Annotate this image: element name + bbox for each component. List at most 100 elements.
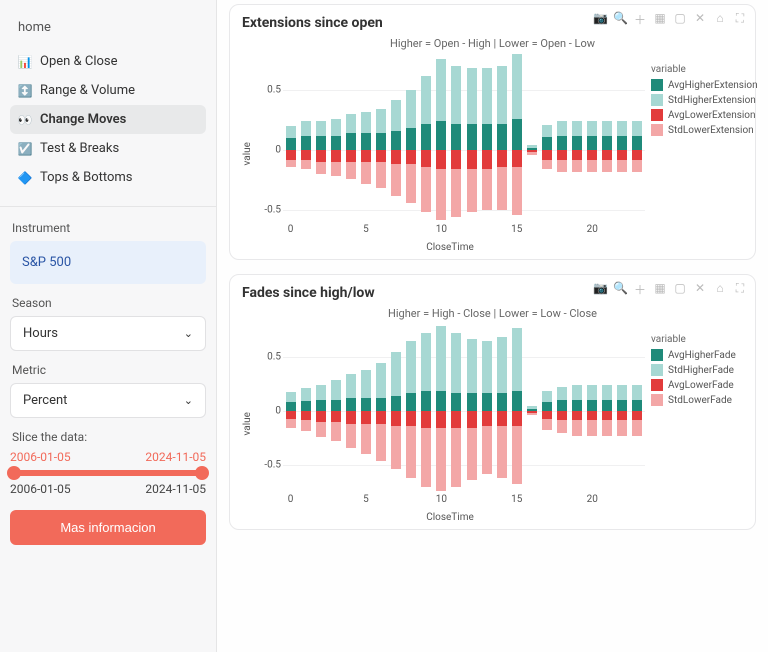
bar-seg xyxy=(436,391,446,411)
bar-seg xyxy=(467,68,477,123)
bar-col xyxy=(602,324,612,492)
bar-seg xyxy=(406,164,416,202)
chart-1-plot[interactable]: -0.500.505101520 xyxy=(255,324,645,510)
nav-home[interactable]: home xyxy=(10,12,206,47)
bar-col xyxy=(451,324,461,492)
autoscale-icon[interactable]: ✕ xyxy=(693,11,707,28)
bar-seg xyxy=(286,150,296,160)
bar-seg xyxy=(331,411,341,422)
bar-seg xyxy=(421,167,431,213)
legend-title: variable xyxy=(651,64,758,75)
bar-seg xyxy=(376,424,386,461)
bar-seg xyxy=(512,167,522,215)
bar-seg xyxy=(286,419,296,428)
plot-toolbar: 📷 🔍 ＋ ▦ ▢ ✕ ⌂ ⛶ xyxy=(593,281,747,298)
reset-icon[interactable]: ⌂ xyxy=(713,11,727,28)
bar-seg xyxy=(587,160,597,172)
metric-select[interactable]: Percent ⌄ xyxy=(10,383,206,418)
legend-swatch xyxy=(651,364,663,376)
zoom-out-icon[interactable]: ▢ xyxy=(673,11,687,28)
bar-seg xyxy=(361,112,371,134)
legend-item[interactable]: StdHigherFade xyxy=(651,364,743,376)
bar-seg xyxy=(451,169,461,217)
bar-seg xyxy=(421,411,431,428)
fullscreen-icon[interactable]: ⛶ xyxy=(733,11,747,28)
date-slider[interactable] xyxy=(10,470,206,476)
nav-tops-bottoms[interactable]: 🔷 Tops & Bottoms xyxy=(10,163,206,192)
fullscreen-icon[interactable]: ⛶ xyxy=(733,281,747,298)
bar-seg xyxy=(301,160,311,170)
legend-item[interactable]: StdLowerFade xyxy=(651,394,743,406)
bar-seg xyxy=(512,328,522,391)
bar-seg xyxy=(316,162,326,174)
zoom-in-icon[interactable]: ▦ xyxy=(653,11,667,28)
bar-seg xyxy=(497,426,507,478)
bar-col xyxy=(316,54,326,222)
bar-seg xyxy=(632,160,642,172)
bar-seg xyxy=(602,420,612,435)
bar-seg xyxy=(482,426,492,474)
instrument-value[interactable]: S&P 500 xyxy=(10,241,206,284)
bar-seg xyxy=(406,411,416,426)
legend-swatch xyxy=(651,394,663,406)
x-axis-label: CloseTime xyxy=(255,242,645,253)
legend-item[interactable]: StdLowerExtension xyxy=(651,124,758,136)
bar-seg xyxy=(391,164,401,195)
bar-seg xyxy=(376,363,386,398)
season-select[interactable]: Hours ⌄ xyxy=(10,316,206,351)
bar-seg xyxy=(301,420,311,431)
pan-plus-icon[interactable]: ＋ xyxy=(633,11,647,28)
nav-range-volume[interactable]: ↕️ Range & Volume xyxy=(10,76,206,105)
more-info-button[interactable]: Mas informacion xyxy=(10,510,206,545)
chevron-down-icon: ⌄ xyxy=(184,327,193,340)
slider-thumb-right[interactable] xyxy=(195,466,209,480)
camera-icon[interactable]: 📷 xyxy=(593,281,607,298)
nav-test-breaks[interactable]: ☑️ Test & Breaks xyxy=(10,134,206,163)
autoscale-icon[interactable]: ✕ xyxy=(693,281,707,298)
bar-seg xyxy=(451,124,461,150)
legend-item[interactable]: StdHigherExtension xyxy=(651,94,758,106)
zoom-out-icon[interactable]: ▢ xyxy=(673,281,687,298)
bar-col xyxy=(376,54,386,222)
bar-seg xyxy=(467,428,477,480)
chart-0-plot[interactable]: -0.500.505101520 xyxy=(255,54,645,240)
bar-seg xyxy=(602,150,612,160)
chart-card-0: 📷 🔍 ＋ ▦ ▢ ✕ ⌂ ⛶ Extensions since open Hi… xyxy=(229,4,756,260)
slider-thumb-left[interactable] xyxy=(7,466,21,480)
bar-seg xyxy=(497,66,507,124)
y-tick: -0.5 xyxy=(264,205,281,216)
bar-seg xyxy=(421,76,431,124)
bar-seg xyxy=(617,160,627,172)
bar-seg xyxy=(572,150,582,160)
legend-item[interactable]: AvgLowerExtension xyxy=(651,109,758,121)
legend-item[interactable]: AvgHigherFade xyxy=(651,349,743,361)
y-tick: -0.5 xyxy=(264,459,281,470)
zoom-icon[interactable]: 🔍 xyxy=(613,281,627,298)
zoom-in-icon[interactable]: ▦ xyxy=(653,281,667,298)
legend-item[interactable]: AvgHigherExtension xyxy=(651,79,758,91)
zoom-icon[interactable]: 🔍 xyxy=(613,11,627,28)
bar-seg xyxy=(632,420,642,435)
nav-open-close[interactable]: 📊 Open & Close xyxy=(10,47,206,76)
bar-seg xyxy=(467,411,477,428)
bar-seg xyxy=(572,121,582,135)
slice-from-active: 2006-01-05 xyxy=(10,450,71,464)
bar-seg xyxy=(572,385,582,400)
bar-col xyxy=(331,54,341,222)
bar-seg xyxy=(497,150,507,167)
bar-seg xyxy=(286,138,296,150)
bar-col xyxy=(497,54,507,222)
reset-icon[interactable]: ⌂ xyxy=(713,281,727,298)
bar-seg xyxy=(632,136,642,150)
bar-seg xyxy=(617,385,627,400)
bar-seg xyxy=(331,136,341,150)
camera-icon[interactable]: 📷 xyxy=(593,11,607,28)
bar-seg xyxy=(482,411,492,426)
pan-plus-icon[interactable]: ＋ xyxy=(633,281,647,298)
bar-seg xyxy=(527,406,537,408)
stack-icon: 🔷 xyxy=(18,171,32,185)
legend-title: variable xyxy=(651,334,743,345)
chart-0-legend: variable AvgHigherExtension StdHigherExten… xyxy=(645,54,758,253)
nav-change-moves[interactable]: 👀 Change Moves xyxy=(10,105,206,134)
legend-item[interactable]: AvgLowerFade xyxy=(651,379,743,391)
